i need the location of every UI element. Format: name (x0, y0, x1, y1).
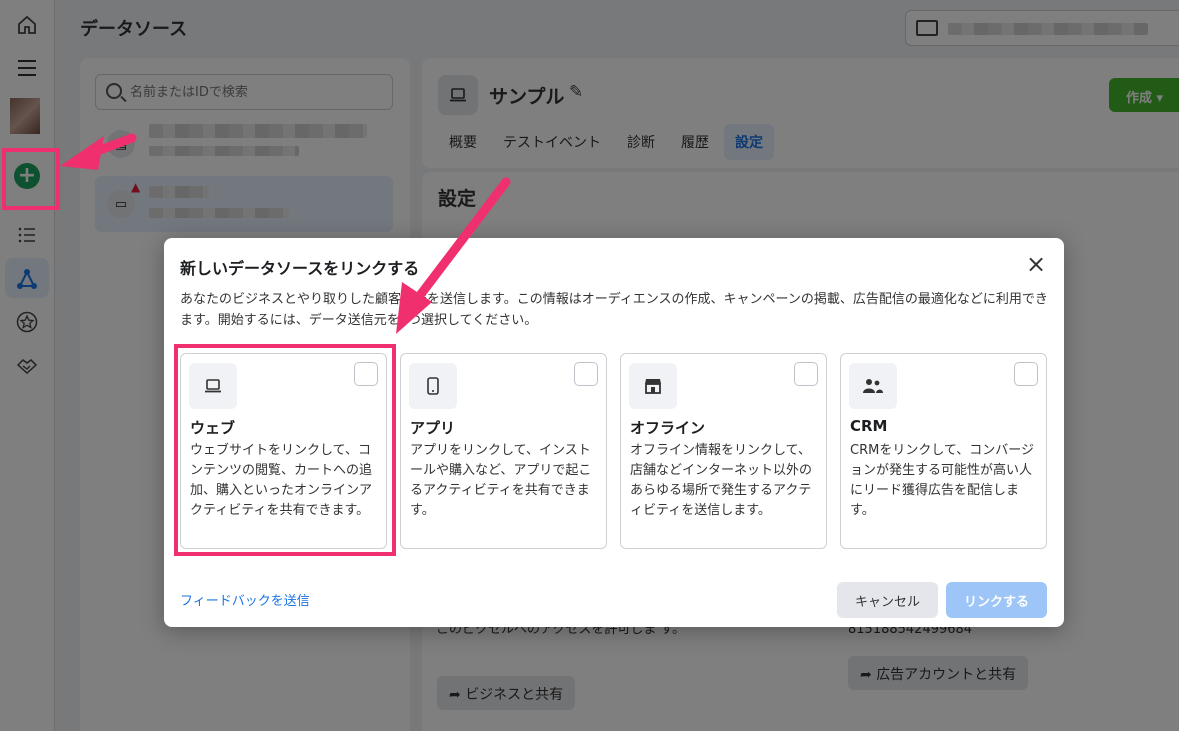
arrow-head-add (60, 136, 104, 170)
arrow-to-web-card (413, 177, 511, 303)
annotation-arrows (60, 133, 511, 334)
